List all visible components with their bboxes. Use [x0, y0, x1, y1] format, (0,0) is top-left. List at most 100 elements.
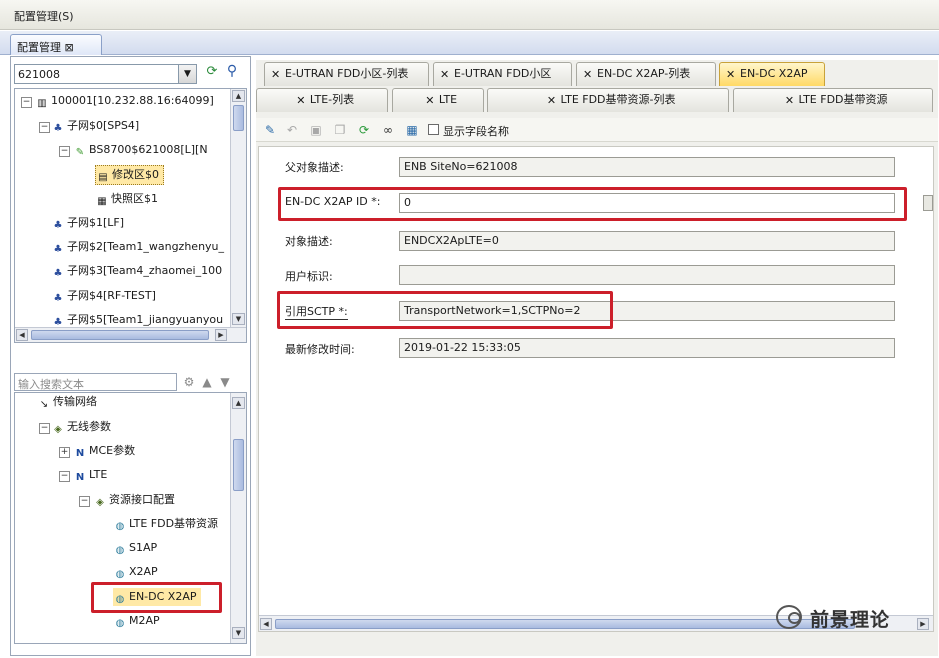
- tree-node-bs8700[interactable]: ✎ BS8700$621008[L][N: [73, 141, 208, 159]
- network-icon: ♣: [53, 244, 63, 255]
- binoculars-icon[interactable]: ∞: [380, 122, 396, 138]
- edit-icon[interactable]: ✎: [262, 122, 278, 138]
- close-icon[interactable]: ✕: [546, 90, 556, 107]
- tree-node-lte-fdd-baseband[interactable]: ◍ LTE FDD基带资源: [113, 515, 218, 533]
- base-station-icon: ✎: [75, 147, 85, 158]
- scroll-up-icon[interactable]: ▲: [232, 397, 245, 409]
- mce-icon: N: [75, 448, 85, 459]
- tab-lte-list[interactable]: ✕ LTE-列表: [256, 88, 388, 112]
- show-field-name-checkbox[interactable]: [428, 124, 439, 135]
- dock-header: 配置管理 ⊠: [0, 31, 939, 55]
- globe-icon: ◍: [115, 521, 125, 532]
- close-icon[interactable]: ✕: [271, 64, 281, 81]
- network-icon: ♣: [53, 268, 63, 279]
- menu-config-management[interactable]: 配置管理(S): [14, 8, 74, 24]
- highlight-box: [91, 582, 222, 613]
- scroll-left-icon[interactable]: ◀: [16, 329, 28, 341]
- globe-icon: ◍: [115, 569, 125, 580]
- object-desc-field[interactable]: ENDCX2ApLTE=0: [399, 231, 895, 251]
- scroll-thumb[interactable]: [31, 330, 209, 340]
- save-icon[interactable]: ▣: [308, 122, 324, 138]
- scroll-thumb[interactable]: [233, 439, 244, 491]
- globe-icon: ◍: [115, 618, 125, 629]
- field-overflow-button[interactable]: [923, 195, 933, 211]
- tree-node-mce-params[interactable]: N MCE参数: [73, 442, 135, 460]
- tree1-vertical-scrollbar[interactable]: ▲ ▼: [230, 89, 246, 327]
- collapse-icon[interactable]: −: [21, 97, 32, 108]
- scroll-right-icon[interactable]: ▶: [215, 329, 227, 341]
- highlight-box: [277, 291, 613, 329]
- copy-icon[interactable]: ❐: [332, 122, 348, 138]
- arrow-down-icon[interactable]: ▼: [218, 375, 232, 391]
- close-icon[interactable]: ✕: [296, 90, 306, 107]
- tree-node-s1ap[interactable]: ◍ S1AP: [113, 539, 158, 557]
- tree-node-resource-interface[interactable]: ◈ 资源接口配置: [93, 491, 175, 509]
- tree-node-snapshot-area[interactable]: ▦ 快照区$1: [95, 190, 158, 208]
- tab-lte-fdd-baseband[interactable]: ✕ LTE FDD基带资源: [733, 88, 933, 112]
- tab-config-management-label: 配置管理 ⊠: [17, 41, 74, 54]
- tab-lte-fdd-baseband-list[interactable]: ✕ LTE FDD基带资源-列表: [487, 88, 729, 112]
- last-modified-field[interactable]: 2019-01-22 15:33:05: [399, 338, 895, 358]
- collapse-icon[interactable]: −: [39, 423, 50, 434]
- close-icon[interactable]: ✕: [425, 90, 435, 107]
- search-icon[interactable]: ⚲: [223, 63, 241, 81]
- globe-icon: ◍: [115, 545, 125, 556]
- find-icon[interactable]: ⚙: [181, 375, 197, 391]
- scroll-down-icon[interactable]: ▼: [232, 627, 245, 639]
- collapse-icon[interactable]: −: [59, 146, 70, 157]
- chevron-down-icon[interactable]: ▼: [178, 65, 196, 83]
- tree-node-modify-area[interactable]: ▤ 修改区$0: [95, 165, 164, 185]
- expand-icon[interactable]: +: [59, 447, 70, 458]
- tab-eutran-fdd-cell-list[interactable]: ✕ E-UTRAN FDD小区-列表: [264, 62, 429, 86]
- tab-eutran-fdd-cell[interactable]: ✕ E-UTRAN FDD小区: [433, 62, 572, 86]
- tree1-horizontal-scrollbar[interactable]: ◀ ▶: [15, 327, 246, 342]
- tab-en-dc-x2ap-list[interactable]: ✕ EN-DC X2AP-列表: [576, 62, 716, 86]
- field-label-user-label: 用户标识:: [285, 270, 333, 283]
- tree-node-lte[interactable]: N LTE: [73, 466, 107, 484]
- search-input[interactable]: 输入搜索文本: [14, 373, 177, 391]
- collapse-icon[interactable]: −: [39, 122, 50, 133]
- scroll-up-icon[interactable]: ▲: [232, 90, 245, 102]
- config-tree: ↘ 传输网络 − ◈ 无线参数 + N MCE参数 − N LTE − ◈ 资源接口配置 …: [14, 392, 247, 644]
- collapse-icon[interactable]: −: [59, 471, 70, 482]
- tab-config-management[interactable]: 配置管理 ⊠: [10, 34, 102, 55]
- tree-node-m2ap[interactable]: ◍ M2AP: [113, 612, 160, 630]
- network-icon: ♣: [53, 293, 63, 304]
- tree-node-subnet-3[interactable]: ♣ 子网$3[Team4_zhaomei_100: [51, 262, 223, 280]
- tree-node-subnet-0[interactable]: ♣ 子网$0[SPS4]: [51, 117, 140, 135]
- scroll-left-icon[interactable]: ◀: [260, 618, 272, 630]
- tab-en-dc-x2ap[interactable]: ✕ EN-DC X2AP: [719, 62, 825, 86]
- table-icon[interactable]: ▦: [404, 122, 420, 138]
- tab-lte[interactable]: ✕ LTE: [392, 88, 484, 112]
- ne-combo[interactable]: 621008 ▼: [14, 64, 197, 84]
- tree-node-subnet-2[interactable]: ♣ 子网$2[Team1_wangzhenyu_: [51, 238, 225, 256]
- scroll-right-icon[interactable]: ▶: [917, 618, 929, 630]
- close-icon[interactable]: ✕: [726, 64, 736, 81]
- refresh-icon[interactable]: ⟳: [203, 64, 221, 82]
- tree-node-transport[interactable]: ↘ 传输网络: [37, 393, 97, 411]
- collapse-icon[interactable]: −: [79, 496, 90, 507]
- menu-bar: 配置管理(S): [0, 0, 939, 30]
- lte-icon: N: [75, 472, 85, 483]
- user-label-field[interactable]: [399, 265, 895, 285]
- undo-icon[interactable]: ↶: [284, 122, 300, 138]
- tree-node-subnet-1[interactable]: ♣ 子网$1[LF]: [51, 214, 125, 232]
- scroll-thumb[interactable]: [233, 105, 244, 131]
- scroll-thumb[interactable]: [275, 619, 855, 629]
- network-icon: ♣: [53, 123, 63, 134]
- scroll-down-icon[interactable]: ▼: [232, 313, 245, 325]
- tree-node-x2ap[interactable]: ◍ X2AP: [113, 563, 158, 581]
- watermark-text: 前景理论: [810, 609, 891, 631]
- refresh-icon[interactable]: ⟳: [356, 122, 372, 138]
- close-icon[interactable]: ✕: [440, 64, 450, 81]
- close-icon[interactable]: ✕: [784, 90, 794, 107]
- close-icon[interactable]: ✕: [583, 64, 593, 81]
- arrow-up-icon[interactable]: ▲: [200, 375, 214, 391]
- ne-combo-value: 621008: [18, 68, 60, 81]
- tree-node-wireless-params[interactable]: ◈ 无线参数: [51, 418, 111, 436]
- computer-icon: ▥: [37, 98, 47, 109]
- tree2-vertical-scrollbar[interactable]: ▲ ▼: [230, 393, 246, 643]
- parent-desc-field[interactable]: ENB SiteNo=621008: [399, 157, 895, 177]
- tree-node-root[interactable]: ▥ 100001[10.232.88.16:64099]: [35, 92, 213, 110]
- tree-node-subnet-4[interactable]: ♣ 子网$4[RF-TEST]: [51, 287, 156, 305]
